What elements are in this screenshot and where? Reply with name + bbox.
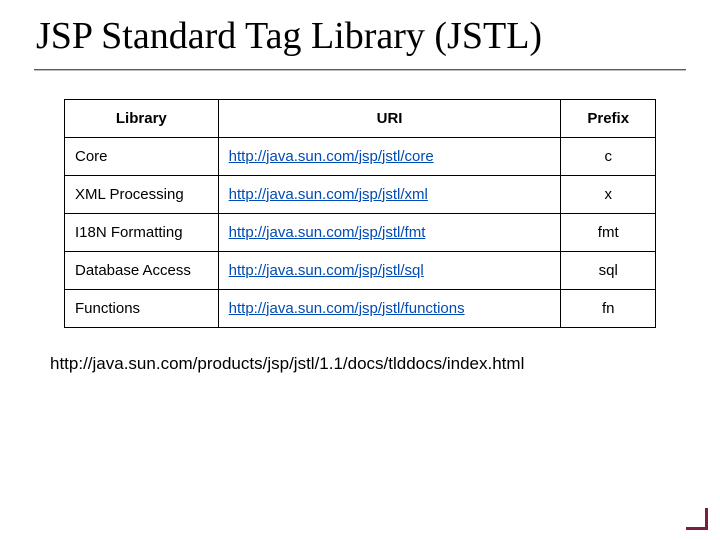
- cell-prefix: sql: [561, 251, 656, 289]
- cell-uri: http://java.sun.com/jsp/jstl/fmt: [218, 213, 561, 251]
- corner-decoration-icon: [686, 508, 708, 530]
- page-title: JSP Standard Tag Library (JSTL): [0, 0, 720, 65]
- cell-library: Functions: [65, 289, 219, 327]
- cell-library: I18N Formatting: [65, 213, 219, 251]
- uri-link[interactable]: http://java.sun.com/jsp/jstl/core: [229, 148, 434, 165]
- header-library: Library: [65, 99, 219, 137]
- cell-uri: http://java.sun.com/jsp/jstl/xml: [218, 175, 561, 213]
- table-row: Functions http://java.sun.com/jsp/jstl/f…: [65, 289, 656, 327]
- cell-prefix: fmt: [561, 213, 656, 251]
- title-divider: [34, 69, 686, 71]
- table-row: XML Processing http://java.sun.com/jsp/j…: [65, 175, 656, 213]
- cell-library: Database Access: [65, 251, 219, 289]
- table-header-row: Library URI Prefix: [65, 99, 656, 137]
- cell-prefix: c: [561, 137, 656, 175]
- uri-link[interactable]: http://java.sun.com/jsp/jstl/sql: [229, 262, 424, 279]
- cell-library: XML Processing: [65, 175, 219, 213]
- cell-uri: http://java.sun.com/jsp/jstl/functions: [218, 289, 561, 327]
- slide: JSP Standard Tag Library (JSTL) Library …: [0, 0, 720, 540]
- cell-uri: http://java.sun.com/jsp/jstl/sql: [218, 251, 561, 289]
- uri-link[interactable]: http://java.sun.com/jsp/jstl/xml: [229, 186, 428, 203]
- uri-link[interactable]: http://java.sun.com/jsp/jstl/fmt: [229, 224, 426, 241]
- table-row: Database Access http://java.sun.com/jsp/…: [65, 251, 656, 289]
- footer-link: http://java.sun.com/products/jsp/jstl/1.…: [50, 354, 686, 374]
- cell-uri: http://java.sun.com/jsp/jstl/core: [218, 137, 561, 175]
- table-row: Core http://java.sun.com/jsp/jstl/core c: [65, 137, 656, 175]
- header-prefix: Prefix: [561, 99, 656, 137]
- table-row: I18N Formatting http://java.sun.com/jsp/…: [65, 213, 656, 251]
- jstl-table: Library URI Prefix Core http://java.sun.…: [64, 99, 656, 328]
- header-uri: URI: [218, 99, 561, 137]
- jstl-table-wrap: Library URI Prefix Core http://java.sun.…: [64, 99, 656, 328]
- cell-library: Core: [65, 137, 219, 175]
- cell-prefix: x: [561, 175, 656, 213]
- cell-prefix: fn: [561, 289, 656, 327]
- uri-link[interactable]: http://java.sun.com/jsp/jstl/functions: [229, 300, 465, 317]
